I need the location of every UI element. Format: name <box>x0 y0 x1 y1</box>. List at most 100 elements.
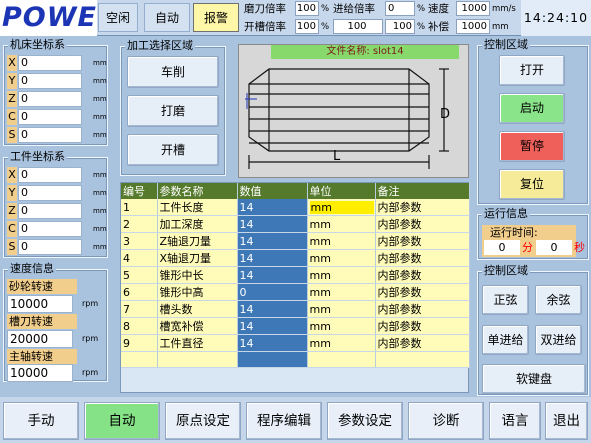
table-cell[interactable]: 槽头数 <box>157 300 238 318</box>
mid-rate-value-2[interactable]: 100 <box>385 19 415 34</box>
table-cell[interactable]: 内部参数 <box>375 232 470 250</box>
table-cell[interactable]: 14 <box>237 199 308 216</box>
table-cell[interactable]: mm <box>307 283 376 301</box>
slot-speed-value[interactable]: 20000 <box>7 330 73 348</box>
table-cell[interactable]: 槽宽补偿 <box>157 317 238 335</box>
tab-manual[interactable]: 手动 <box>3 402 79 440</box>
pause-button[interactable]: 暂停 <box>499 131 565 162</box>
table-cell[interactable]: X轴退刀量 <box>157 249 238 267</box>
table-cell[interactable]: mm <box>307 215 376 233</box>
table-cell[interactable]: mm <box>307 317 376 335</box>
speed-value[interactable]: 1000 <box>456 1 490 16</box>
work-coord-axis-value[interactable]: 0 <box>18 221 82 237</box>
table-cell[interactable]: mm <box>307 300 376 318</box>
tab-diagnose[interactable]: 诊断 <box>408 402 484 440</box>
table-cell[interactable]: mm <box>307 266 376 284</box>
table-row[interactable]: 2 加工深度 14 mm 内部参数 <box>121 215 470 233</box>
single-feed-button[interactable]: 单进给 <box>482 325 529 355</box>
table-row[interactable]: 6 锥形中高 0 mm 内部参数 <box>121 283 470 301</box>
table-cell[interactable]: 内部参数 <box>375 199 470 216</box>
table-cell[interactable]: 内部参数 <box>375 249 470 267</box>
table-row[interactable]: 1 工件长度 14 mm 内部参数 <box>121 199 470 216</box>
table-cell[interactable]: 14 <box>237 249 308 267</box>
machine-coord-axis-value[interactable]: 0 <box>18 109 82 125</box>
table-cell[interactable]: 14 <box>237 300 308 318</box>
tab-language[interactable]: 语言 <box>489 402 541 440</box>
work-coord-axis-value[interactable]: 0 <box>18 167 82 183</box>
table-cell[interactable]: 4 <box>121 249 158 267</box>
machine-coord-axis-value[interactable]: 0 <box>18 55 82 71</box>
jog-rate-value[interactable]: 0 <box>385 1 415 16</box>
table-row-empty[interactable] <box>121 351 470 368</box>
table-cell[interactable]: 14 <box>237 215 308 233</box>
table-cell[interactable]: 5 <box>121 266 158 284</box>
table-cell[interactable]: 9 <box>121 334 158 352</box>
table-cell[interactable]: 内部参数 <box>375 215 470 233</box>
table-cell[interactable]: 14 <box>237 334 308 352</box>
table-cell[interactable]: 工件直径 <box>157 334 238 352</box>
table-row[interactable]: 8 槽宽补偿 14 mm 内部参数 <box>121 317 470 335</box>
table-cell[interactable]: 锥形中长 <box>157 266 238 284</box>
cosine-button[interactable]: 余弦 <box>535 285 582 315</box>
tab-origin-set[interactable]: 原点设定 <box>165 402 241 440</box>
work-coord-axis-value[interactable]: 0 <box>18 239 82 255</box>
table-cell[interactable]: 内部参数 <box>375 283 470 301</box>
tab-param-set[interactable]: 参数设定 <box>327 402 403 440</box>
slot-rate-value[interactable]: 100 <box>295 19 319 34</box>
header-number[interactable]: 编号 <box>121 183 158 199</box>
table-cell[interactable]: 0 <box>237 283 308 301</box>
machine-coord-axis-value[interactable]: 0 <box>18 91 82 107</box>
grinding-button[interactable]: 打磨 <box>127 95 219 127</box>
mid-rate-value[interactable]: 100 <box>333 19 383 34</box>
tab-program-edit[interactable]: 程序编辑 <box>246 402 322 440</box>
table-row[interactable]: 9 工件直径 14 mm 内部参数 <box>121 334 470 352</box>
table-cell[interactable]: mm <box>307 249 376 267</box>
wheel-speed-value[interactable]: 10000 <box>7 295 73 313</box>
table-cell[interactable]: mm <box>307 199 376 216</box>
table-cell[interactable]: mm <box>307 232 376 250</box>
table-cell[interactable]: 8 <box>121 317 158 335</box>
mode-auto[interactable]: 自动 <box>144 3 190 32</box>
mode-alarm[interactable]: 报警 <box>193 3 239 32</box>
table-cell[interactable]: 1 <box>121 199 158 216</box>
double-feed-button[interactable]: 双进给 <box>535 325 582 355</box>
table-row[interactable]: 7 槽头数 14 mm 内部参数 <box>121 300 470 318</box>
table-row[interactable]: 5 锥形中长 14 mm 内部参数 <box>121 266 470 284</box>
table-cell[interactable]: 工件长度 <box>157 199 238 216</box>
table-cell[interactable]: 内部参数 <box>375 334 470 352</box>
work-coord-axis-value[interactable]: 0 <box>18 185 82 201</box>
table-cell[interactable]: 3 <box>121 232 158 250</box>
table-cell[interactable]: 14 <box>237 266 308 284</box>
table-cell[interactable]: 内部参数 <box>375 300 470 318</box>
table-cell[interactable]: 2 <box>121 215 158 233</box>
machine-coord-axis-value[interactable]: 0 <box>18 73 82 89</box>
tab-exit[interactable]: 退出 <box>545 402 588 440</box>
table-cell[interactable]: 14 <box>237 317 308 335</box>
machine-coord-axis-value[interactable]: 0 <box>18 127 82 143</box>
turning-button[interactable]: 车削 <box>127 56 219 88</box>
feed-rate-value[interactable]: 100 <box>295 1 319 16</box>
reset-button[interactable]: 复位 <box>499 169 565 200</box>
comp-value[interactable]: 1000 <box>456 19 490 34</box>
header-value[interactable]: 数值 <box>237 183 308 199</box>
table-cell[interactable]: 内部参数 <box>375 317 470 335</box>
table-row[interactable]: 3 Z轴退刀量 14 mm 内部参数 <box>121 232 470 250</box>
work-coord-axis-value[interactable]: 0 <box>18 203 82 219</box>
header-param-name[interactable]: 参数名称 <box>157 183 238 199</box>
table-cell[interactable]: 14 <box>237 232 308 250</box>
table-cell[interactable]: Z轴退刀量 <box>157 232 238 250</box>
table-cell[interactable]: 加工深度 <box>157 215 238 233</box>
spindle-speed-value[interactable]: 10000 <box>7 364 73 382</box>
header-unit[interactable]: 单位 <box>307 183 376 199</box>
table-cell[interactable]: mm <box>307 334 376 352</box>
slotting-button[interactable]: 开槽 <box>127 134 219 166</box>
sine-button[interactable]: 正弦 <box>482 285 529 315</box>
soft-keyboard-button[interactable]: 软键盘 <box>482 364 586 394</box>
tab-auto[interactable]: 自动 <box>84 402 160 440</box>
mode-idle[interactable]: 空闲 <box>98 3 138 32</box>
open-button[interactable]: 打开 <box>499 55 565 86</box>
table-cell[interactable]: 6 <box>121 283 158 301</box>
table-cell[interactable]: 内部参数 <box>375 266 470 284</box>
header-note[interactable]: 备注 <box>375 183 470 199</box>
table-cell[interactable]: 锥形中高 <box>157 283 238 301</box>
